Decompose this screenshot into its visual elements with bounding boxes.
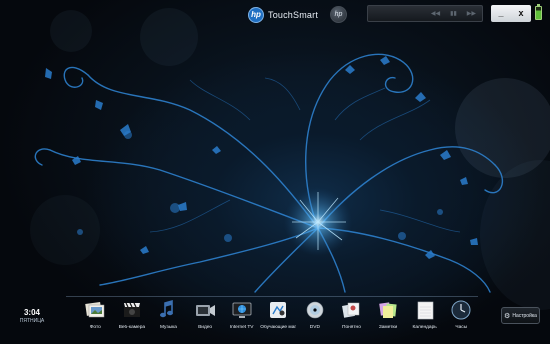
floral-artwork [34, 53, 504, 293]
media-forward-icon[interactable]: ▶▶ [467, 10, 476, 17]
dock-item-canvas[interactable]: Понятно [333, 296, 370, 340]
dock-item-label: Обучающие маг... [260, 325, 297, 330]
media-pause-icon[interactable]: ▮▮ [450, 10, 457, 17]
dock-item-clock[interactable]: Часы [443, 296, 480, 340]
photo-icon [84, 299, 106, 321]
app-dock: Фото Веб-камера Музыка Видео Internet TV… [77, 296, 480, 340]
clock-day: ПЯТНИЦА [19, 318, 45, 324]
dock-item-label: Заметки [378, 325, 398, 330]
hp-logo-icon: hp [248, 7, 264, 23]
dock-item-label: Internet TV [229, 325, 254, 330]
tutorials-icon [267, 299, 289, 321]
media-control-panel: ◀◀ ▮▮ ▶▶ [367, 5, 483, 22]
brand-title: TouchSmart [268, 10, 319, 20]
window-controls: _ x [491, 5, 531, 22]
dock-item-calendar[interactable]: Календарь [406, 296, 443, 340]
calendar-icon [414, 299, 436, 321]
internet-tv-icon [231, 299, 253, 321]
clock-time: 3:04 [23, 308, 40, 317]
dock-item-internet-tv[interactable]: Internet TV [223, 296, 260, 340]
clock-widget[interactable]: 3:04 ПЯТНИЦА [12, 308, 52, 324]
dock-item-tutorials[interactable]: Обучающие маг... [260, 296, 297, 340]
notes-icon [377, 299, 399, 321]
dock-item-video[interactable]: Видео [187, 296, 224, 340]
dock-item-label: Веб-камера [118, 325, 146, 330]
brand-logo-area: hp TouchSmart [248, 6, 318, 24]
dock-item-label: Календарь [412, 325, 437, 330]
canvas-icon [340, 299, 362, 321]
dock-item-music[interactable]: Музыка [150, 296, 187, 340]
settings-button[interactable]: ⚙ Настройка [501, 307, 540, 324]
dock-item-label: Часы [455, 325, 468, 330]
clock-icon [450, 299, 472, 321]
dock-item-webcam[interactable]: Веб-камера [114, 296, 151, 340]
desktop-background [0, 0, 550, 344]
media-back-icon[interactable]: ◀◀ [431, 10, 440, 17]
hp-menu-button[interactable]: hp [330, 6, 347, 23]
dvd-icon [304, 299, 326, 321]
dock-item-dvd[interactable]: DVD [297, 296, 334, 340]
close-button[interactable]: x [511, 5, 531, 22]
settings-label: Настройка [512, 312, 537, 319]
dock-item-label: Понятно [342, 325, 361, 330]
video-icon [194, 299, 216, 321]
dock-item-photo[interactable]: Фото [77, 296, 114, 340]
dock-item-label: DVD [309, 325, 320, 330]
gear-icon: ⚙ [504, 312, 511, 320]
webcam-icon [121, 299, 143, 321]
dock-item-label: Видео [198, 325, 213, 330]
dock-item-label: Музыка [160, 325, 177, 330]
music-icon [157, 299, 179, 321]
dock-item-notes[interactable]: Заметки [370, 296, 407, 340]
minimize-button[interactable]: _ [491, 5, 511, 22]
dock-item-label: Фото [89, 325, 101, 330]
battery-icon [535, 4, 542, 20]
